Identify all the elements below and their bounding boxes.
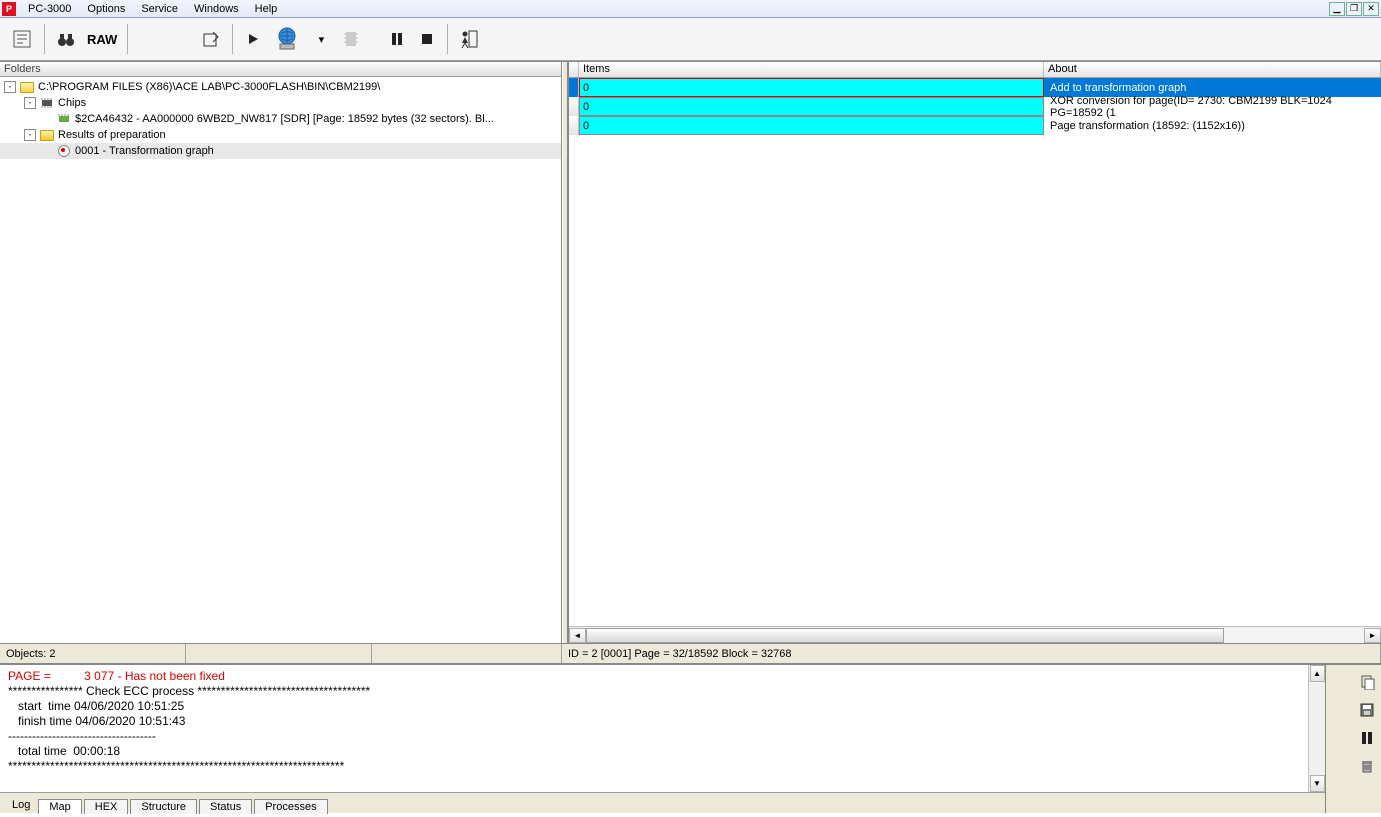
items-panel: Items About 0 Add to transformation grap… — [568, 62, 1381, 643]
grid-row[interactable]: 0 XOR conversion for page(ID= 2730: CBM2… — [569, 97, 1381, 116]
side-blank2[interactable] — [1330, 699, 1352, 721]
side-tool-panel — [1326, 665, 1381, 813]
export-icon[interactable] — [196, 22, 226, 56]
folder-icon — [39, 128, 55, 142]
folders-header: Folders — [0, 62, 561, 77]
pause-side-icon[interactable] — [1356, 727, 1378, 749]
graph-icon — [56, 144, 72, 158]
row-indicator — [569, 116, 579, 135]
side-blank4[interactable] — [1330, 755, 1352, 777]
tree-chip-item[interactable]: $2CA46432 - AA000000 6WB2D_NW817 [SDR] [… — [0, 111, 561, 127]
status-empty2 — [372, 644, 562, 663]
pause-icon[interactable] — [383, 22, 411, 56]
log-output[interactable]: PAGE = 3 077 - Has not been fixed ******… — [0, 665, 1308, 792]
row-selector-header[interactable] — [569, 62, 579, 77]
tree-chips[interactable]: - Chips — [0, 95, 561, 111]
dropdown-icon[interactable]: ▾ — [307, 22, 335, 56]
scroll-thumb[interactable] — [586, 628, 1224, 643]
scroll-icon[interactable] — [6, 22, 38, 56]
collapse-icon[interactable]: - — [24, 97, 36, 109]
tree-graph[interactable]: 0001 - Transformation graph — [0, 143, 561, 159]
scroll-left-icon[interactable]: ◄ — [569, 628, 586, 643]
tab-hex[interactable]: HEX — [84, 799, 129, 814]
stop-icon[interactable] — [413, 22, 441, 56]
scroll-up-icon[interactable]: ▲ — [1310, 665, 1325, 682]
folders-panel: Folders - C:\PROGRAM FILES (X86)\ACE LAB… — [0, 62, 562, 643]
tab-status[interactable]: Status — [199, 799, 252, 814]
cell-items[interactable]: 0 — [579, 78, 1044, 97]
grid-header: Items About — [569, 62, 1381, 78]
chip-icon — [39, 96, 55, 110]
log-vertical-scrollbar[interactable]: ▲ ▼ — [1308, 665, 1325, 792]
tab-structure[interactable]: Structure — [130, 799, 197, 814]
maximize-button[interactable]: ❐ — [1346, 2, 1362, 16]
toolbar: RAW ▾ — [0, 18, 1381, 61]
tree-label: $2CA46432 - AA000000 6WB2D_NW817 [SDR] [… — [75, 113, 494, 125]
tab-processes[interactable]: Processes — [254, 799, 327, 814]
tab-map[interactable]: Map — [38, 799, 81, 814]
menu-options[interactable]: Options — [79, 2, 133, 16]
grid-row[interactable]: 0 Page transformation (18592: (1152x16)) — [569, 116, 1381, 135]
save-icon[interactable] — [1356, 699, 1378, 721]
globe-drive-icon[interactable] — [269, 22, 305, 56]
minimize-button[interactable]: ▁ — [1329, 2, 1345, 16]
row-indicator — [569, 97, 579, 116]
log-label: Log — [6, 797, 36, 813]
scroll-right-icon[interactable]: ► — [1364, 628, 1381, 643]
memory-icon[interactable] — [337, 22, 365, 56]
menu-help[interactable]: Help — [247, 2, 286, 16]
status-bar: Objects: 2 ID = 2 [0001] Page = 32/18592… — [0, 643, 1381, 663]
status-empty1 — [186, 644, 372, 663]
side-blank3[interactable] — [1330, 727, 1352, 749]
cell-about[interactable]: Page transformation (18592: (1152x16)) — [1044, 116, 1381, 135]
collapse-icon[interactable]: - — [4, 81, 16, 93]
binoculars-icon[interactable] — [51, 22, 81, 56]
row-indicator — [569, 78, 579, 97]
separator — [44, 24, 45, 54]
app-title[interactable]: PC-3000 — [20, 2, 79, 16]
column-about[interactable]: About — [1044, 62, 1381, 77]
cell-items[interactable]: 0 — [579, 116, 1044, 135]
menu-service[interactable]: Service — [133, 2, 186, 16]
cell-about[interactable]: XOR conversion for page(ID= 2730: CBM219… — [1044, 97, 1381, 116]
close-button[interactable]: ✕ — [1363, 2, 1379, 16]
trash-icon[interactable] — [1356, 755, 1378, 777]
tree-root[interactable]: - C:\PROGRAM FILES (X86)\ACE LAB\PC-3000… — [0, 79, 561, 95]
raw-label: RAW — [87, 32, 117, 47]
bottom-pane: PAGE = 3 077 - Has not been fixed ******… — [0, 663, 1381, 813]
cell-items[interactable]: 0 — [579, 97, 1044, 116]
play-icon[interactable] — [239, 22, 267, 56]
exit-icon[interactable] — [454, 22, 484, 56]
menu-windows[interactable]: Windows — [186, 2, 247, 16]
horizontal-scrollbar[interactable]: ◄ ► — [569, 626, 1381, 643]
menu-bar: P PC-3000 Options Service Windows Help ▁… — [0, 0, 1381, 18]
column-items[interactable]: Items — [579, 62, 1044, 77]
tree-label: Chips — [58, 97, 86, 109]
folder-open-icon — [19, 80, 35, 94]
folder-tree[interactable]: - C:\PROGRAM FILES (X86)\ACE LAB\PC-3000… — [0, 77, 561, 643]
copy-icon[interactable] — [1356, 671, 1378, 693]
status-id: ID = 2 [0001] Page = 32/18592 Block = 32… — [562, 644, 1381, 663]
log-tabs: Log Map HEX Structure Status Processes — [0, 792, 1325, 813]
side-blank1[interactable] — [1330, 671, 1352, 693]
scroll-down-icon[interactable]: ▼ — [1310, 775, 1325, 792]
collapse-icon[interactable]: - — [24, 129, 36, 141]
grid-body[interactable]: 0 Add to transformation graph 0 XOR conv… — [569, 78, 1381, 626]
status-objects: Objects: 2 — [0, 644, 186, 663]
tree-results[interactable]: - Results of preparation — [0, 127, 561, 143]
app-icon: P — [2, 2, 16, 16]
tree-label: C:\PROGRAM FILES (X86)\ACE LAB\PC-3000FL… — [38, 81, 380, 93]
tree-label: Results of preparation — [58, 129, 166, 141]
chip-item-icon — [56, 112, 72, 126]
tree-label: 0001 - Transformation graph — [75, 145, 214, 157]
